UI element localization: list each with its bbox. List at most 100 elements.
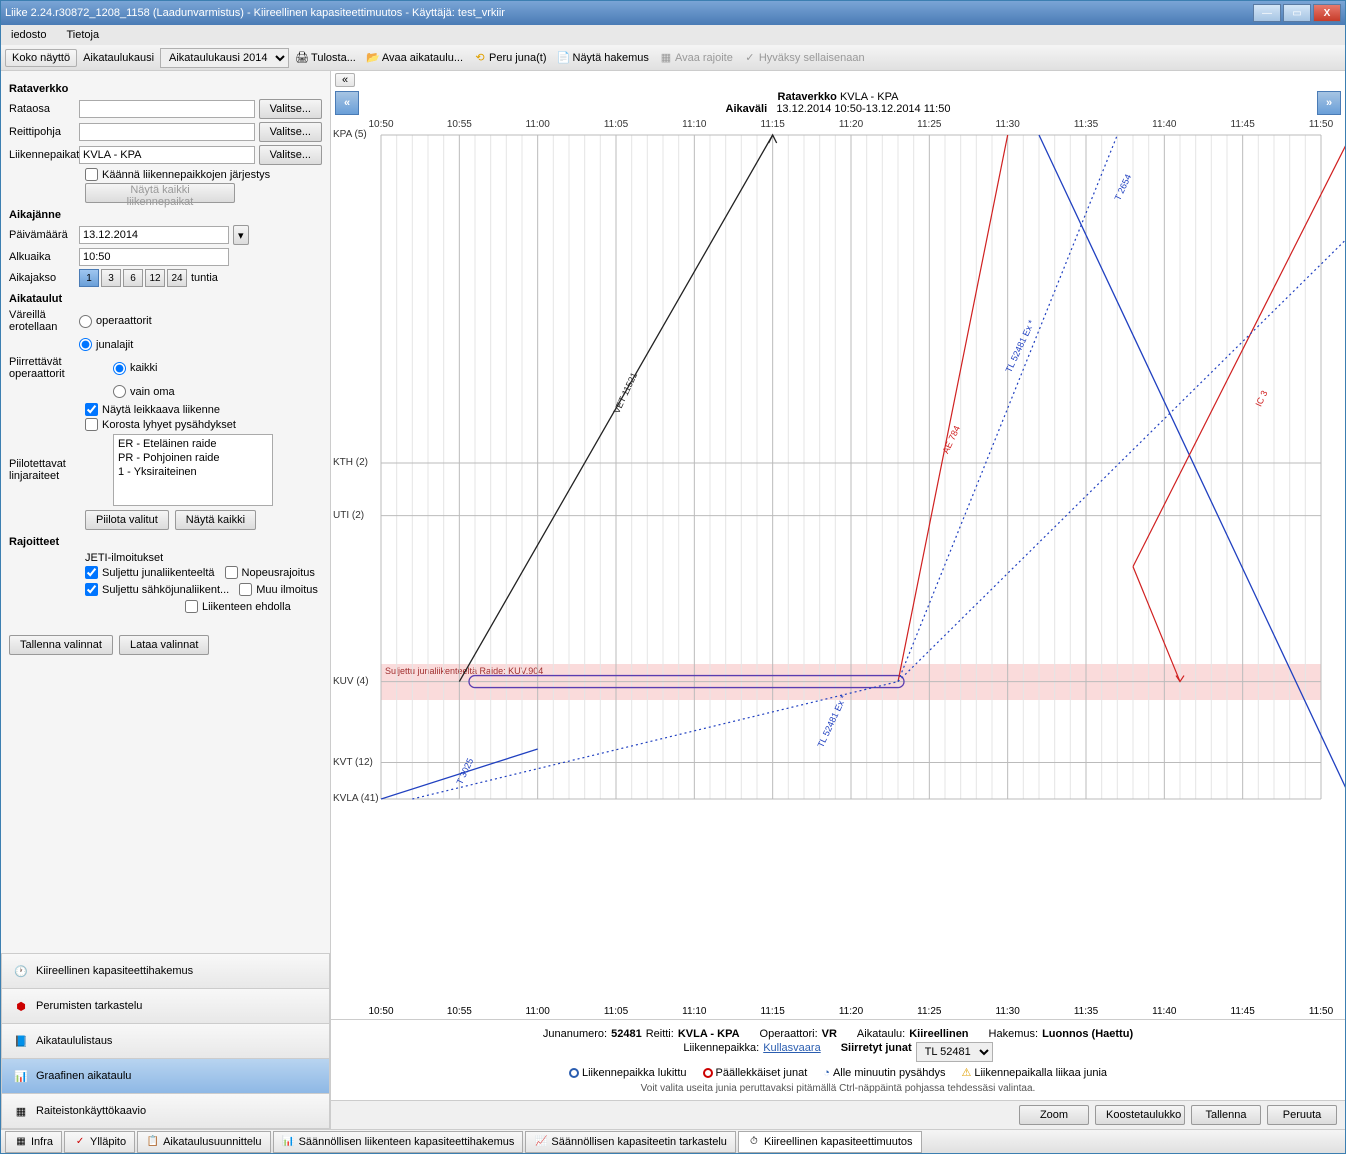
list-item[interactable]: ER - Eteläinen raide [116,437,270,451]
rataosa-input[interactable] [79,100,255,118]
raiteet-listbox[interactable]: ER - Eteläinen raide PR - Pohjoinen raid… [113,434,273,506]
nav-raiteistonkaytto[interactable]: ▦Raiteistonkäyttökaavio [1,1094,330,1129]
peruuta-button[interactable]: Peruuta [1267,1105,1337,1125]
list-item[interactable]: PR - Pohjoinen raide [116,451,270,465]
kaikki-radio[interactable] [113,362,126,375]
print-icon: 🖨 [295,51,309,65]
nayta-kaikki-lp-button[interactable]: Näytä kaikki liikennepaikat [85,183,235,203]
nayta-kaikki-button[interactable]: Näytä kaikki [175,510,256,530]
nav-aikataululistaus[interactable]: 📘Aikataululistaus [1,1024,330,1059]
chart-aikavali-label: Aikaväli [726,103,768,115]
koko-naytto-button[interactable]: Koko näyttö [5,49,77,67]
vareilla-label: Väreillä erotellaan [9,309,75,333]
nopeusrajoitus-checkbox[interactable] [225,566,238,579]
status-tab-infra[interactable]: ▦Infra [5,1131,62,1153]
minimize-button[interactable]: — [1253,4,1281,22]
status-tab-aikataulusuunnittelu[interactable]: 📋Aikataulusuunnittelu [137,1131,270,1153]
vain-oma-radio[interactable] [113,385,126,398]
reittipohja-input[interactable] [79,123,255,141]
liikennepaikat-label: Liikennepaikat [9,149,75,161]
menu-tietoja[interactable]: Tietoja [60,27,105,43]
aikataulukausi-label: Aikataulukausi [79,50,158,66]
jakso-12[interactable]: 12 [145,269,165,287]
operaattorit-radio[interactable] [79,315,92,328]
yllapito-icon: ✓ [73,1135,87,1149]
menubar: iedosto Tietoja [1,25,1345,45]
next-arrow-button[interactable]: » [1317,91,1341,115]
maximize-button[interactable]: ▭ [1283,4,1311,22]
zoom-button[interactable]: Zoom [1019,1105,1089,1125]
doc-icon: 📄 [557,51,571,65]
suljettu-junal-checkbox[interactable] [85,566,98,579]
list-item[interactable]: 1 - Yksiraiteinen [116,465,270,479]
status-tab-yllapito[interactable]: ✓Ylläpito [64,1131,135,1153]
reg-icon: 📊 [282,1135,296,1149]
undo-icon: ⟲ [473,51,487,65]
nav-graafinen[interactable]: 📊Graafinen aikataulu [1,1059,330,1094]
content: « « Rataverkko KVLA - KPA Aikaväli 13.12… [331,71,1345,1129]
info-bar: Junanumero:52481 Reitti:KVLA - KPA Opera… [331,1019,1345,1100]
liikenteen-ehdolla-checkbox[interactable] [185,600,198,613]
nayta-hakemus-button[interactable]: 📄Näytä hakemus [553,49,653,67]
paivamaara-label: Päivämäärä [9,229,75,241]
aikataulukausi-select[interactable]: Aikataulukausi 2014 [160,48,289,68]
close-button[interactable]: X [1313,4,1341,22]
status-tab-saannollinen-hakemus[interactable]: 📊Säännöllisen liikenteen kapasiteettihak… [273,1131,524,1153]
kaanna-checkbox[interactable] [85,168,98,181]
tulosta-button[interactable]: 🖨Tulosta... [291,49,360,67]
avaa-rajoite-button[interactable]: ▦Avaa rajoite [655,49,737,67]
hint-text: Voit valita useita junia peruttavaksi pi… [341,1083,1335,1094]
nav-perumisten[interactable]: ⬢Perumisten tarkastelu [1,989,330,1024]
lataa-valinnat-button[interactable]: Lataa valinnat [119,635,210,655]
reittipohja-valitse-button[interactable]: Valitse... [259,122,322,142]
statusbar: ▦Infra ✓Ylläpito 📋Aikataulusuunnittelu 📊… [1,1129,1345,1153]
liikennepaikka-link[interactable]: Kullasvaara [763,1042,820,1062]
jakso-6[interactable]: 6 [123,269,143,287]
rataosa-valitse-button[interactable]: Valitse... [259,99,322,119]
chart-rataverkko-value: KVLA - KPA [840,91,899,103]
titlebar[interactable]: Liike 2.24.r30872_1208_1158 (Laadunvarmi… [1,1,1345,25]
tallenna-button[interactable]: Tallenna [1191,1105,1261,1125]
avaa-aikataulu-button[interactable]: 📂Avaa aikataulu... [362,49,467,67]
window-title: Liike 2.24.r30872_1208_1158 (Laadunvarmi… [5,7,1253,19]
korosta-checkbox[interactable] [85,418,98,431]
legend-paallekkaiset-icon [703,1068,713,1078]
piilota-button[interactable]: Piilota valitut [85,510,169,530]
liikennepaikat-input[interactable] [79,146,255,164]
datepicker-button[interactable]: ▾ [233,225,249,245]
side-nav: 🕐Kiireellinen kapasiteettihakemus ⬢Perum… [1,953,330,1129]
train-graph[interactable]: 10:5010:5010:5510:5511:0011:0011:0511:05… [331,117,1345,1019]
leikkaava-checkbox[interactable] [85,403,98,416]
paivamaara-input[interactable] [79,226,229,244]
urgent-icon: ⏱ [747,1135,761,1149]
siirretyt-select[interactable]: TL 52481 [916,1042,993,1062]
chart-icon: 📊 [12,1067,30,1085]
suljettu-sahko-checkbox[interactable] [85,583,98,596]
clock-icon: 🕐 [12,962,30,980]
junalajit-radio[interactable] [79,338,92,351]
kooste-button[interactable]: Koostetaulukko [1095,1105,1185,1125]
hyvaksy-button[interactable]: ✓Hyväksy sellaisenaan [739,49,869,67]
jakso-3[interactable]: 3 [101,269,121,287]
sidebar: Rataverkko RataosaValitse... Reittipohja… [1,71,331,1129]
check-icon: ✓ [743,51,757,65]
jakso-24[interactable]: 24 [167,269,187,287]
nav-kapasiteettihakemus[interactable]: 🕐Kiireellinen kapasiteettihakemus [1,954,330,989]
status-tab-kiireellinen[interactable]: ⏱Kiireellinen kapasiteettimuutos [738,1131,922,1153]
legend-lukittu-icon [569,1068,579,1078]
jakso-1[interactable]: 1 [79,269,99,287]
jeti-label: JETI-ilmoitukset [85,552,322,564]
aikataulut-title: Aikataulut [9,293,322,305]
alkuaika-input[interactable] [79,248,229,266]
legend-alle-min-icon: ◔ [823,1067,830,1079]
menu-tiedosto[interactable]: iedosto [5,27,52,43]
infra-icon: ▦ [14,1135,28,1149]
tallenna-valinnat-button[interactable]: Tallenna valinnat [9,635,113,655]
peru-juna-button[interactable]: ⟲Peru juna(t) [469,49,550,67]
muu-ilmoitus-checkbox[interactable] [239,583,252,596]
status-tab-saannollinen-tarkastelu[interactable]: 📈Säännöllisen kapasiteetin tarkastelu [525,1131,736,1153]
collapse-button[interactable]: « [335,73,355,87]
prev-arrow-button[interactable]: « [335,91,359,115]
liikennepaikat-valitse-button[interactable]: Valitse... [259,145,322,165]
legend-liikaa-icon: ⚠ [961,1066,971,1079]
